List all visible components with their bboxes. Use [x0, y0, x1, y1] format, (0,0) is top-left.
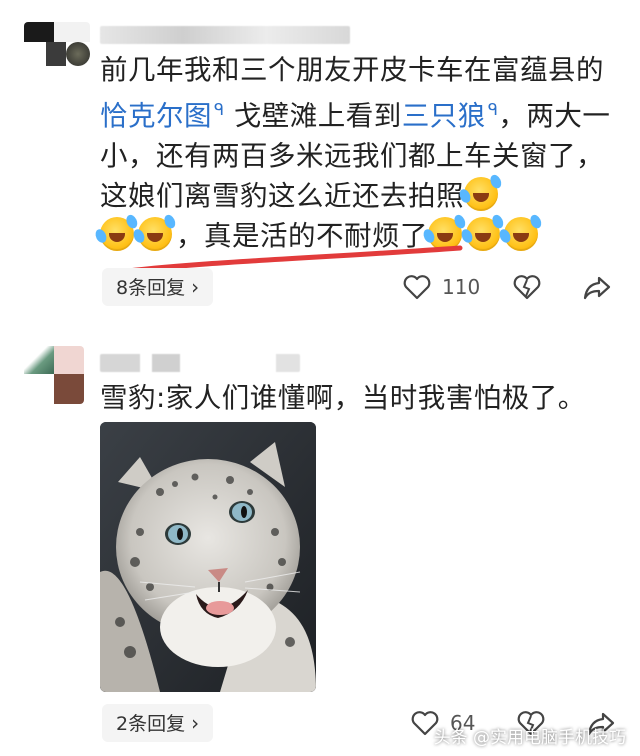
watermark: 头条 @实用电脑手机技巧	[433, 728, 626, 748]
share-button[interactable]	[582, 272, 612, 302]
username-blurred[interactable]	[100, 354, 300, 372]
snow-leopard-photo[interactable]	[100, 422, 316, 692]
avatar[interactable]	[24, 346, 84, 404]
view-replies-button[interactable]: 8条回复 ›	[102, 268, 214, 306]
share-icon	[583, 276, 611, 300]
like-count: 110	[442, 275, 481, 299]
comment-text: 雪豹:家人们谁懂啊，当时我害怕极了。	[100, 382, 586, 414]
view-replies-button[interactable]: 2条回复 ›	[102, 704, 214, 742]
dislike-button[interactable]	[512, 272, 542, 302]
broken-heart-icon	[513, 275, 541, 300]
heart-icon	[403, 275, 431, 300]
like-button[interactable]	[402, 272, 432, 302]
snow-leopard-image	[100, 422, 316, 692]
red-underline-annotation	[117, 245, 463, 275]
